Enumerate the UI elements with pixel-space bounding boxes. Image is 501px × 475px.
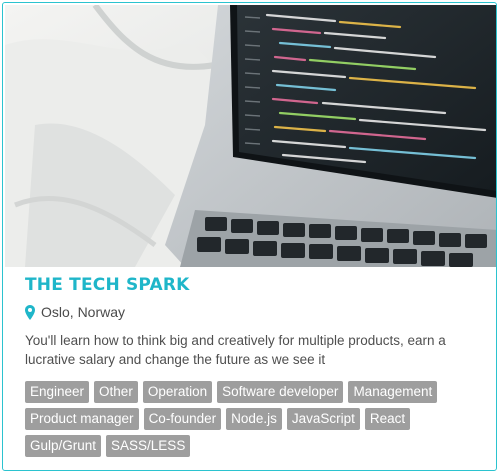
- company-location: Oslo, Norway: [25, 302, 125, 322]
- location-label: Oslo, Norway: [41, 304, 126, 320]
- tag-nodejs[interactable]: Node.js: [226, 408, 282, 430]
- tag-engineer[interactable]: Engineer: [25, 381, 90, 403]
- tag-management[interactable]: Management: [348, 381, 438, 403]
- company-title[interactable]: THE TECH SPARK: [25, 275, 190, 295]
- tag-react[interactable]: React: [364, 408, 411, 430]
- company-card[interactable]: THE TECH SPARK Oslo, Norway You'll learn…: [2, 2, 497, 471]
- company-description: You'll learn how to think big and creati…: [25, 333, 446, 367]
- map-pin-icon: [25, 304, 35, 320]
- tag-javascript[interactable]: JavaScript: [286, 408, 360, 430]
- tag-list: Engineer Other Operation Software develo…: [25, 381, 485, 457]
- company-cover-image: [5, 5, 496, 267]
- tag-software-developer[interactable]: Software developer: [217, 381, 344, 403]
- tag-other[interactable]: Other: [94, 381, 138, 403]
- tag-co-founder[interactable]: Co-founder: [143, 408, 222, 430]
- tag-sass-less[interactable]: SASS/LESS: [106, 435, 191, 457]
- tag-product-manager[interactable]: Product manager: [25, 408, 139, 430]
- tag-gulp-grunt[interactable]: Gulp/Grunt: [25, 435, 102, 457]
- tag-operation[interactable]: Operation: [142, 381, 213, 403]
